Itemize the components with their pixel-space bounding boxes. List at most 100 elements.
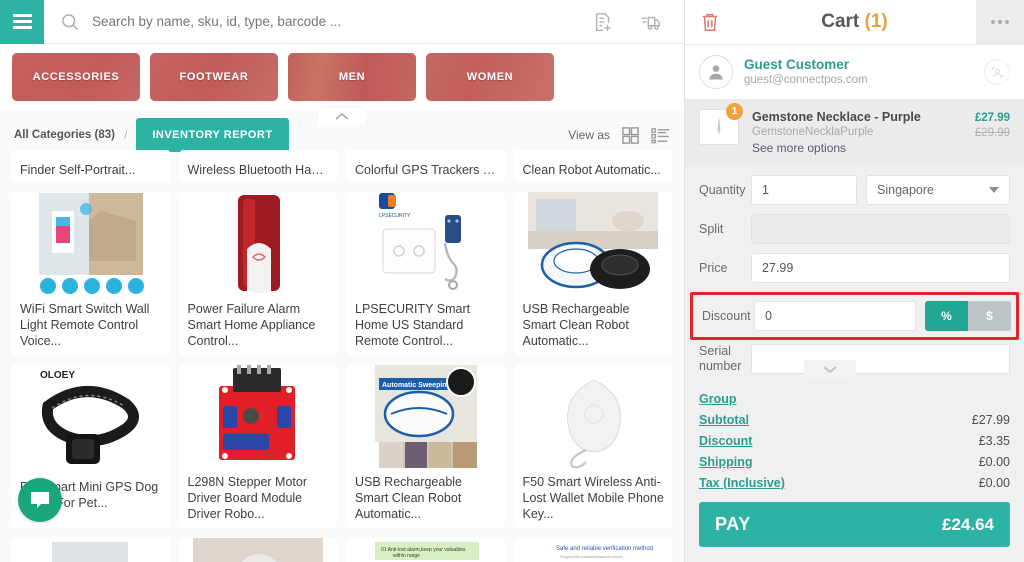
total-label[interactable]: Shipping bbox=[699, 455, 752, 469]
cart-header: Cart (1) bbox=[685, 0, 1024, 45]
cart-title: Cart (1) bbox=[685, 11, 1024, 33]
product-card[interactable]: Wireless Bluetooth Hands-... bbox=[179, 150, 338, 182]
search-input[interactable] bbox=[92, 14, 592, 29]
product-panel: ACCESSORIES FOOTWEAR MEN WOMEN bbox=[0, 0, 684, 562]
product-image: Automatic Sweeping Robot bbox=[347, 365, 505, 470]
product-card[interactable]: LPSECURITY LPSECURITY Smart Home US Stan… bbox=[347, 192, 505, 355]
product-image: LPSECURITY bbox=[347, 192, 505, 297]
category-tile-footwear[interactable]: FOOTWEAR bbox=[150, 53, 278, 101]
category-tiles: ACCESSORIES FOOTWEAR MEN WOMEN bbox=[0, 44, 684, 110]
product-title: L298N Stepper Motor Driver Board Module … bbox=[187, 475, 308, 522]
total-label[interactable]: Tax (Inclusive) bbox=[699, 476, 785, 490]
list-view-icon[interactable] bbox=[651, 126, 670, 145]
cart-item-count: (1) bbox=[864, 11, 888, 32]
toolbar-actions bbox=[592, 11, 684, 33]
country-value: Singapore bbox=[877, 183, 934, 197]
product-title: Clean Robot Automatic... bbox=[522, 163, 661, 177]
split-label: Split bbox=[699, 221, 724, 236]
total-label[interactable]: Subtotal bbox=[699, 413, 749, 427]
more-options-icon[interactable] bbox=[976, 0, 1024, 45]
chevron-down-icon bbox=[989, 187, 999, 193]
add-note-icon[interactable] bbox=[592, 11, 614, 33]
category-tile-women[interactable]: WOMEN bbox=[426, 53, 554, 101]
product-image bbox=[180, 538, 338, 562]
product-card[interactable]: Colorful GPS Trackers Scre... bbox=[347, 150, 505, 182]
product-card[interactable] bbox=[12, 538, 170, 562]
discount-input[interactable] bbox=[754, 301, 916, 331]
customer-row[interactable]: Guest Customer guest@connectpos.com bbox=[685, 45, 1024, 100]
product-card[interactable] bbox=[179, 538, 338, 562]
total-row-tax: Tax (Inclusive) £0.00 bbox=[699, 472, 1010, 493]
item-edit-form: Quantity Singapore Split Price bbox=[685, 167, 1024, 383]
chat-widget-button[interactable] bbox=[18, 478, 62, 522]
chevron-down-icon bbox=[823, 365, 837, 373]
grid-view-icon[interactable] bbox=[621, 126, 640, 145]
total-label[interactable]: Discount bbox=[699, 434, 752, 448]
hamburger-menu-icon[interactable] bbox=[0, 0, 44, 44]
price-label: Price bbox=[699, 260, 728, 275]
product-image: Safe and reliable verification method Fi… bbox=[515, 538, 673, 562]
user-avatar-icon bbox=[699, 55, 733, 89]
product-card[interactable]: F50 Smart Wireless Anti-Lost Wallet Mobi… bbox=[514, 365, 673, 528]
product-title: F50 Smart Wireless Anti-Lost Wallet Mobi… bbox=[522, 475, 664, 522]
product-card[interactable]: USB Rechargeable Smart Clean Robot Autom… bbox=[514, 192, 672, 355]
category-label: FOOTWEAR bbox=[179, 71, 249, 83]
country-select[interactable]: Singapore bbox=[866, 175, 1010, 205]
total-value: £27.99 bbox=[971, 412, 1010, 427]
view-as-controls: View as bbox=[568, 126, 670, 145]
discount-amount-button[interactable]: $ bbox=[968, 301, 1011, 331]
switch-customer-icon[interactable] bbox=[984, 59, 1010, 85]
product-card[interactable]: 01 Anti-lost alarm,keep your valuables w… bbox=[347, 538, 505, 562]
delivery-truck-icon[interactable] bbox=[640, 11, 662, 33]
search-bar[interactable] bbox=[44, 0, 592, 44]
split-row: Split bbox=[699, 214, 1010, 244]
product-title: Colorful GPS Trackers Scre... bbox=[355, 163, 505, 177]
total-value: £0.00 bbox=[978, 454, 1010, 469]
item-thumbnail: 1 bbox=[699, 103, 743, 147]
collapse-form-button[interactable] bbox=[804, 360, 856, 378]
discount-percent-button[interactable]: % bbox=[925, 301, 968, 331]
cart-panel: Cart (1) Guest Customer guest@connectpos… bbox=[684, 0, 1024, 562]
product-card[interactable]: Finder Self-Portrait... bbox=[12, 150, 170, 182]
product-image bbox=[515, 365, 673, 470]
trash-icon[interactable] bbox=[699, 11, 721, 33]
total-row-discount: Discount £3.35 bbox=[699, 430, 1010, 451]
inventory-report-button[interactable]: INVENTORY REPORT bbox=[136, 118, 289, 152]
category-label: WOMEN bbox=[466, 71, 514, 83]
svg-text:Safe and reliable verification: Safe and reliable verification method bbox=[556, 546, 653, 552]
product-card[interactable]: Safe and reliable verification method Fi… bbox=[514, 538, 673, 562]
pay-button[interactable]: PAY £24.64 bbox=[699, 502, 1010, 547]
total-value: £3.35 bbox=[978, 433, 1010, 448]
category-tile-men[interactable]: MEN bbox=[288, 53, 416, 101]
product-card[interactable]: Clean Robot Automatic... bbox=[514, 150, 672, 182]
product-image bbox=[12, 192, 170, 297]
serial-number-input[interactable] bbox=[751, 344, 1010, 374]
product-title: Wireless Bluetooth Hands-... bbox=[187, 163, 338, 177]
product-image bbox=[180, 365, 338, 470]
discount-label: Discount bbox=[702, 308, 751, 323]
product-card[interactable]: Power Failure Alarm Smart Home Appliance… bbox=[179, 192, 337, 355]
split-input[interactable] bbox=[751, 214, 1010, 244]
category-label: ACCESSORIES bbox=[32, 71, 120, 83]
all-categories-label[interactable]: All Categories (83) bbox=[14, 129, 115, 141]
item-sku: GemstoneNecklaPurple bbox=[752, 126, 874, 138]
item-name: Gemstone Necklace - Purple bbox=[752, 110, 921, 124]
collapse-categories-button[interactable] bbox=[318, 108, 366, 125]
pay-label: PAY bbox=[715, 514, 751, 534]
see-more-options-link[interactable]: See more options bbox=[752, 140, 975, 156]
product-card[interactable]: WiFi Smart Switch Wall Light Remote Cont… bbox=[12, 192, 170, 355]
total-label[interactable]: Group bbox=[699, 392, 737, 406]
total-row-shipping: Shipping £0.00 bbox=[699, 451, 1010, 472]
quantity-input[interactable] bbox=[751, 175, 857, 205]
product-image: 01 Anti-lost alarm,keep your valuables w… bbox=[347, 538, 505, 562]
product-card[interactable]: Automatic Sweeping Robot USB Rechargeabl… bbox=[347, 365, 505, 528]
item-original-price: £29.99 bbox=[974, 127, 1010, 139]
price-input[interactable] bbox=[751, 253, 1010, 283]
product-title: Finder Self-Portrait... bbox=[20, 163, 136, 177]
cart-line-item[interactable]: 1 Gemstone Necklace - Purple GemstoneNec… bbox=[685, 100, 1024, 167]
product-title: WiFi Smart Switch Wall Light Remote Cont… bbox=[20, 302, 150, 349]
category-tile-accessories[interactable]: ACCESSORIES bbox=[12, 53, 140, 101]
product-card[interactable]: L298N Stepper Motor Driver Board Module … bbox=[179, 365, 338, 528]
product-title: USB Rechargeable Smart Clean Robot Autom… bbox=[355, 475, 463, 522]
svg-text:within range: within range bbox=[393, 553, 420, 559]
